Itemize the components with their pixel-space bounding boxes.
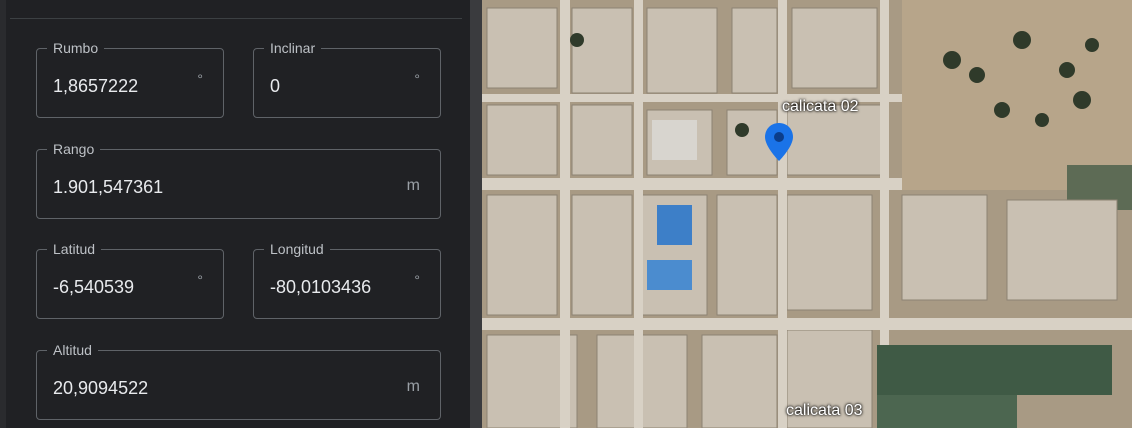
inclinar-label: Inclinar bbox=[264, 40, 322, 56]
altitud-value[interactable]: 20,9094522 bbox=[53, 377, 148, 399]
rango-value[interactable]: 1.901,547361 bbox=[53, 176, 163, 198]
marker-label-calicata-02[interactable]: calicata 02 bbox=[782, 98, 859, 116]
rumbo-unit: ° bbox=[197, 71, 203, 87]
longitud-value[interactable]: -80,0103436 bbox=[270, 276, 371, 298]
inclinar-value[interactable]: 0 bbox=[270, 75, 280, 97]
marker-label-calicata-03[interactable]: calicata 03 bbox=[786, 402, 863, 420]
inclinar-unit: ° bbox=[414, 71, 420, 87]
rango-unit: m bbox=[406, 177, 420, 194]
latitud-value[interactable]: -6,540539 bbox=[53, 276, 134, 298]
properties-panel: Rumbo 1,8657222 ° Inclinar 0 ° Rango 1.9… bbox=[0, 0, 470, 428]
latitud-field[interactable]: Latitud -6,540539 ° bbox=[36, 241, 224, 319]
longitud-label: Longitud bbox=[264, 241, 330, 257]
latitud-label: Latitud bbox=[47, 241, 102, 257]
altitud-field[interactable]: Altitud 20,9094522 m bbox=[36, 342, 441, 420]
map-pin-icon[interactable] bbox=[764, 122, 794, 162]
altitud-unit: m bbox=[406, 378, 420, 395]
rango-label: Rango bbox=[47, 141, 101, 157]
panel-top-divider bbox=[10, 18, 462, 19]
latitud-unit: ° bbox=[197, 272, 203, 288]
longitud-field[interactable]: Longitud -80,0103436 ° bbox=[253, 241, 441, 319]
satellite-map[interactable]: calicata 02 calicata 03 bbox=[482, 0, 1132, 428]
rumbo-field[interactable]: Rumbo 1,8657222 ° bbox=[36, 40, 224, 118]
panel-resize-handle[interactable] bbox=[470, 0, 482, 428]
rango-field[interactable]: Rango 1.901,547361 m bbox=[36, 141, 441, 219]
altitud-label: Altitud bbox=[47, 342, 98, 358]
satellite-imagery bbox=[482, 0, 1132, 428]
longitud-unit: ° bbox=[414, 272, 420, 288]
rumbo-value[interactable]: 1,8657222 bbox=[53, 75, 138, 97]
panel-edge bbox=[0, 0, 6, 428]
inclinar-field[interactable]: Inclinar 0 ° bbox=[253, 40, 441, 118]
rumbo-label: Rumbo bbox=[47, 40, 105, 56]
